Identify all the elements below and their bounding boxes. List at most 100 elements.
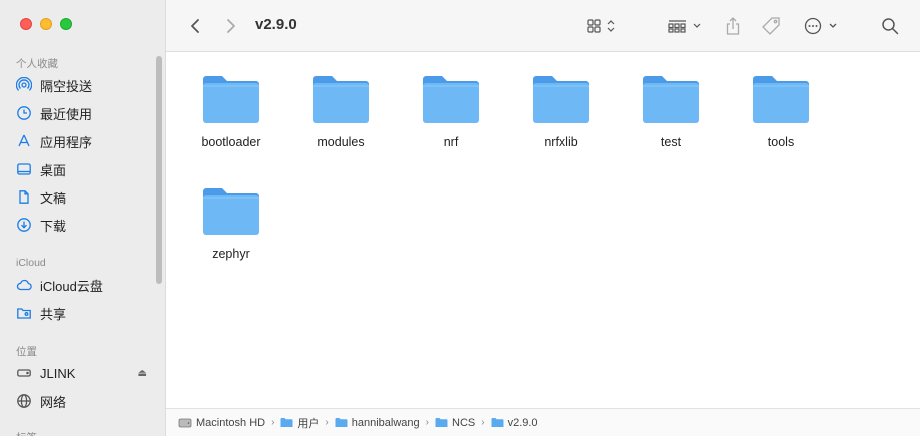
apps-icon — [18, 134, 30, 147]
folder-item[interactable]: modules — [286, 73, 396, 149]
chevron-right-icon: › — [325, 417, 329, 428]
folder-name: tools — [767, 135, 795, 149]
drive-icon — [17, 369, 31, 377]
sidebar-item-label: 下载 — [40, 218, 67, 234]
folder-icon — [280, 418, 293, 427]
path-bar: Macintosh HD › 用户 › hannibalwang › NCS ›… — [166, 408, 920, 436]
shared-folder-icon — [17, 308, 31, 319]
cloud-icon — [16, 279, 32, 291]
zoom-button[interactable] — [60, 18, 72, 30]
sidebar-item-label: 文稿 — [40, 190, 67, 206]
folder-name: bootloader — [201, 135, 261, 149]
locations-header: 位置 — [16, 346, 37, 358]
sidebar-item-airdrop[interactable]: 隔空投送 — [16, 72, 156, 98]
sidebar-item-documents[interactable]: 文稿 — [16, 184, 156, 210]
sidebar-item-jlink[interactable]: JLINK — [16, 360, 156, 386]
clock-icon — [17, 106, 31, 120]
share-button[interactable] — [722, 14, 744, 38]
file-grid: bootloader modules nrf nrfxlib test tool… — [166, 53, 920, 408]
tags-header: 标签 — [16, 430, 37, 436]
folder-icon — [491, 418, 504, 427]
folder-item[interactable]: nrfxlib — [506, 73, 616, 149]
folder-item[interactable]: nrf — [396, 73, 506, 149]
sidebar-scrollbar[interactable] — [156, 56, 162, 284]
finder-window: 个人收藏 隔空投送 最近使用 应用程序 桌面 文稿 下载 iCloud iClo… — [0, 0, 920, 436]
globe-icon — [17, 394, 31, 408]
path-crumb-label: 用户 — [297, 417, 320, 430]
path-crumb[interactable]: hannibalwang — [335, 417, 420, 429]
document-icon — [19, 190, 29, 204]
sidebar-item-label: JLINK — [40, 365, 76, 381]
folder-name: modules — [317, 135, 365, 149]
group-grid-icon — [668, 20, 701, 33]
icon-grid-icon — [587, 19, 615, 33]
favorites-header: 个人收藏 — [16, 58, 58, 70]
path-crumb[interactable]: v2.9.0 — [491, 417, 538, 429]
sidebar-item-shared[interactable]: 共享 — [16, 300, 156, 326]
sidebar-item-recents[interactable]: 最近使用 — [16, 100, 156, 126]
path-crumb-label: NCS — [452, 416, 476, 429]
tag-icon — [762, 17, 780, 35]
folder-name: zephyr — [212, 247, 250, 261]
ellipsis-circle-icon — [804, 17, 837, 35]
path-crumb-label: v2.9.0 — [507, 416, 538, 429]
group-button[interactable] — [666, 14, 704, 38]
folder-icon — [313, 76, 369, 123]
folder-icon — [643, 76, 699, 123]
sidebar-item-applications[interactable]: 应用程序 — [16, 128, 156, 154]
path-crumb[interactable]: Macintosh HD — [178, 417, 265, 429]
sidebar-item-label: 共享 — [40, 306, 67, 322]
folder-item[interactable]: test — [616, 73, 726, 149]
folder-icon — [203, 76, 259, 123]
sidebar-item-label: 最近使用 — [40, 106, 93, 122]
sidebar-item-label: 隔空投送 — [40, 78, 93, 94]
path-crumb[interactable]: NCS — [435, 417, 475, 429]
chevron-right-icon: › — [425, 417, 429, 428]
back-button[interactable] — [184, 14, 206, 38]
sidebar-item-downloads[interactable]: 下载 — [16, 212, 156, 238]
eject-icon[interactable]: ⏏ — [138, 368, 147, 379]
folder-item[interactable]: bootloader — [176, 73, 286, 149]
folder-name: nrfxlib — [544, 135, 578, 149]
folder-icon — [203, 188, 259, 235]
sidebar-item-label: iCloud云盘 — [40, 278, 103, 294]
close-button[interactable] — [20, 18, 32, 30]
path-crumb[interactable]: 用户 — [280, 415, 319, 431]
sidebar-item-label: 桌面 — [40, 162, 67, 178]
folder-item[interactable]: zephyr — [176, 185, 286, 261]
sidebar-item-label: 应用程序 — [40, 134, 93, 150]
forward-button[interactable] — [220, 14, 242, 38]
minimize-button[interactable] — [40, 18, 52, 30]
folder-icon — [753, 76, 809, 123]
folder-icon — [335, 418, 348, 427]
chevron-right-icon: › — [271, 417, 275, 428]
chevron-right-icon: › — [481, 417, 485, 428]
airdrop-icon — [16, 77, 32, 91]
toolbar: v2.9.0 — [166, 0, 920, 52]
tag-button[interactable] — [760, 14, 784, 38]
search-icon — [882, 18, 899, 35]
folder-item[interactable]: tools — [726, 73, 836, 149]
folder-icon — [533, 76, 589, 123]
hard-disk-icon — [178, 418, 192, 427]
window-controls — [20, 18, 72, 30]
sidebar-item-desktop[interactable]: 桌面 — [16, 156, 156, 182]
folder-name: test — [660, 135, 682, 149]
view-mode-button[interactable] — [584, 14, 622, 38]
sidebar-item-network[interactable]: 网络 — [16, 388, 156, 414]
chevron-right-icon — [227, 19, 235, 33]
search-button[interactable] — [878, 14, 902, 38]
path-crumb-label: hannibalwang — [351, 416, 420, 429]
share-icon — [726, 17, 740, 35]
sidebar-item-label: 网络 — [40, 394, 67, 410]
desktop-icon — [17, 163, 31, 175]
icloud-header: iCloud — [16, 257, 46, 269]
path-crumb-label: Macintosh HD — [196, 416, 266, 429]
folder-name: nrf — [443, 135, 459, 149]
chevron-left-icon — [191, 19, 199, 33]
folder-icon — [423, 76, 479, 123]
sidebar-item-icloud-drive[interactable]: iCloud云盘 — [16, 272, 156, 298]
sidebar: 个人收藏 隔空投送 最近使用 应用程序 桌面 文稿 下载 iCloud iClo… — [0, 0, 166, 436]
window-title: v2.9.0 — [255, 16, 297, 33]
more-actions-button[interactable] — [802, 14, 840, 38]
